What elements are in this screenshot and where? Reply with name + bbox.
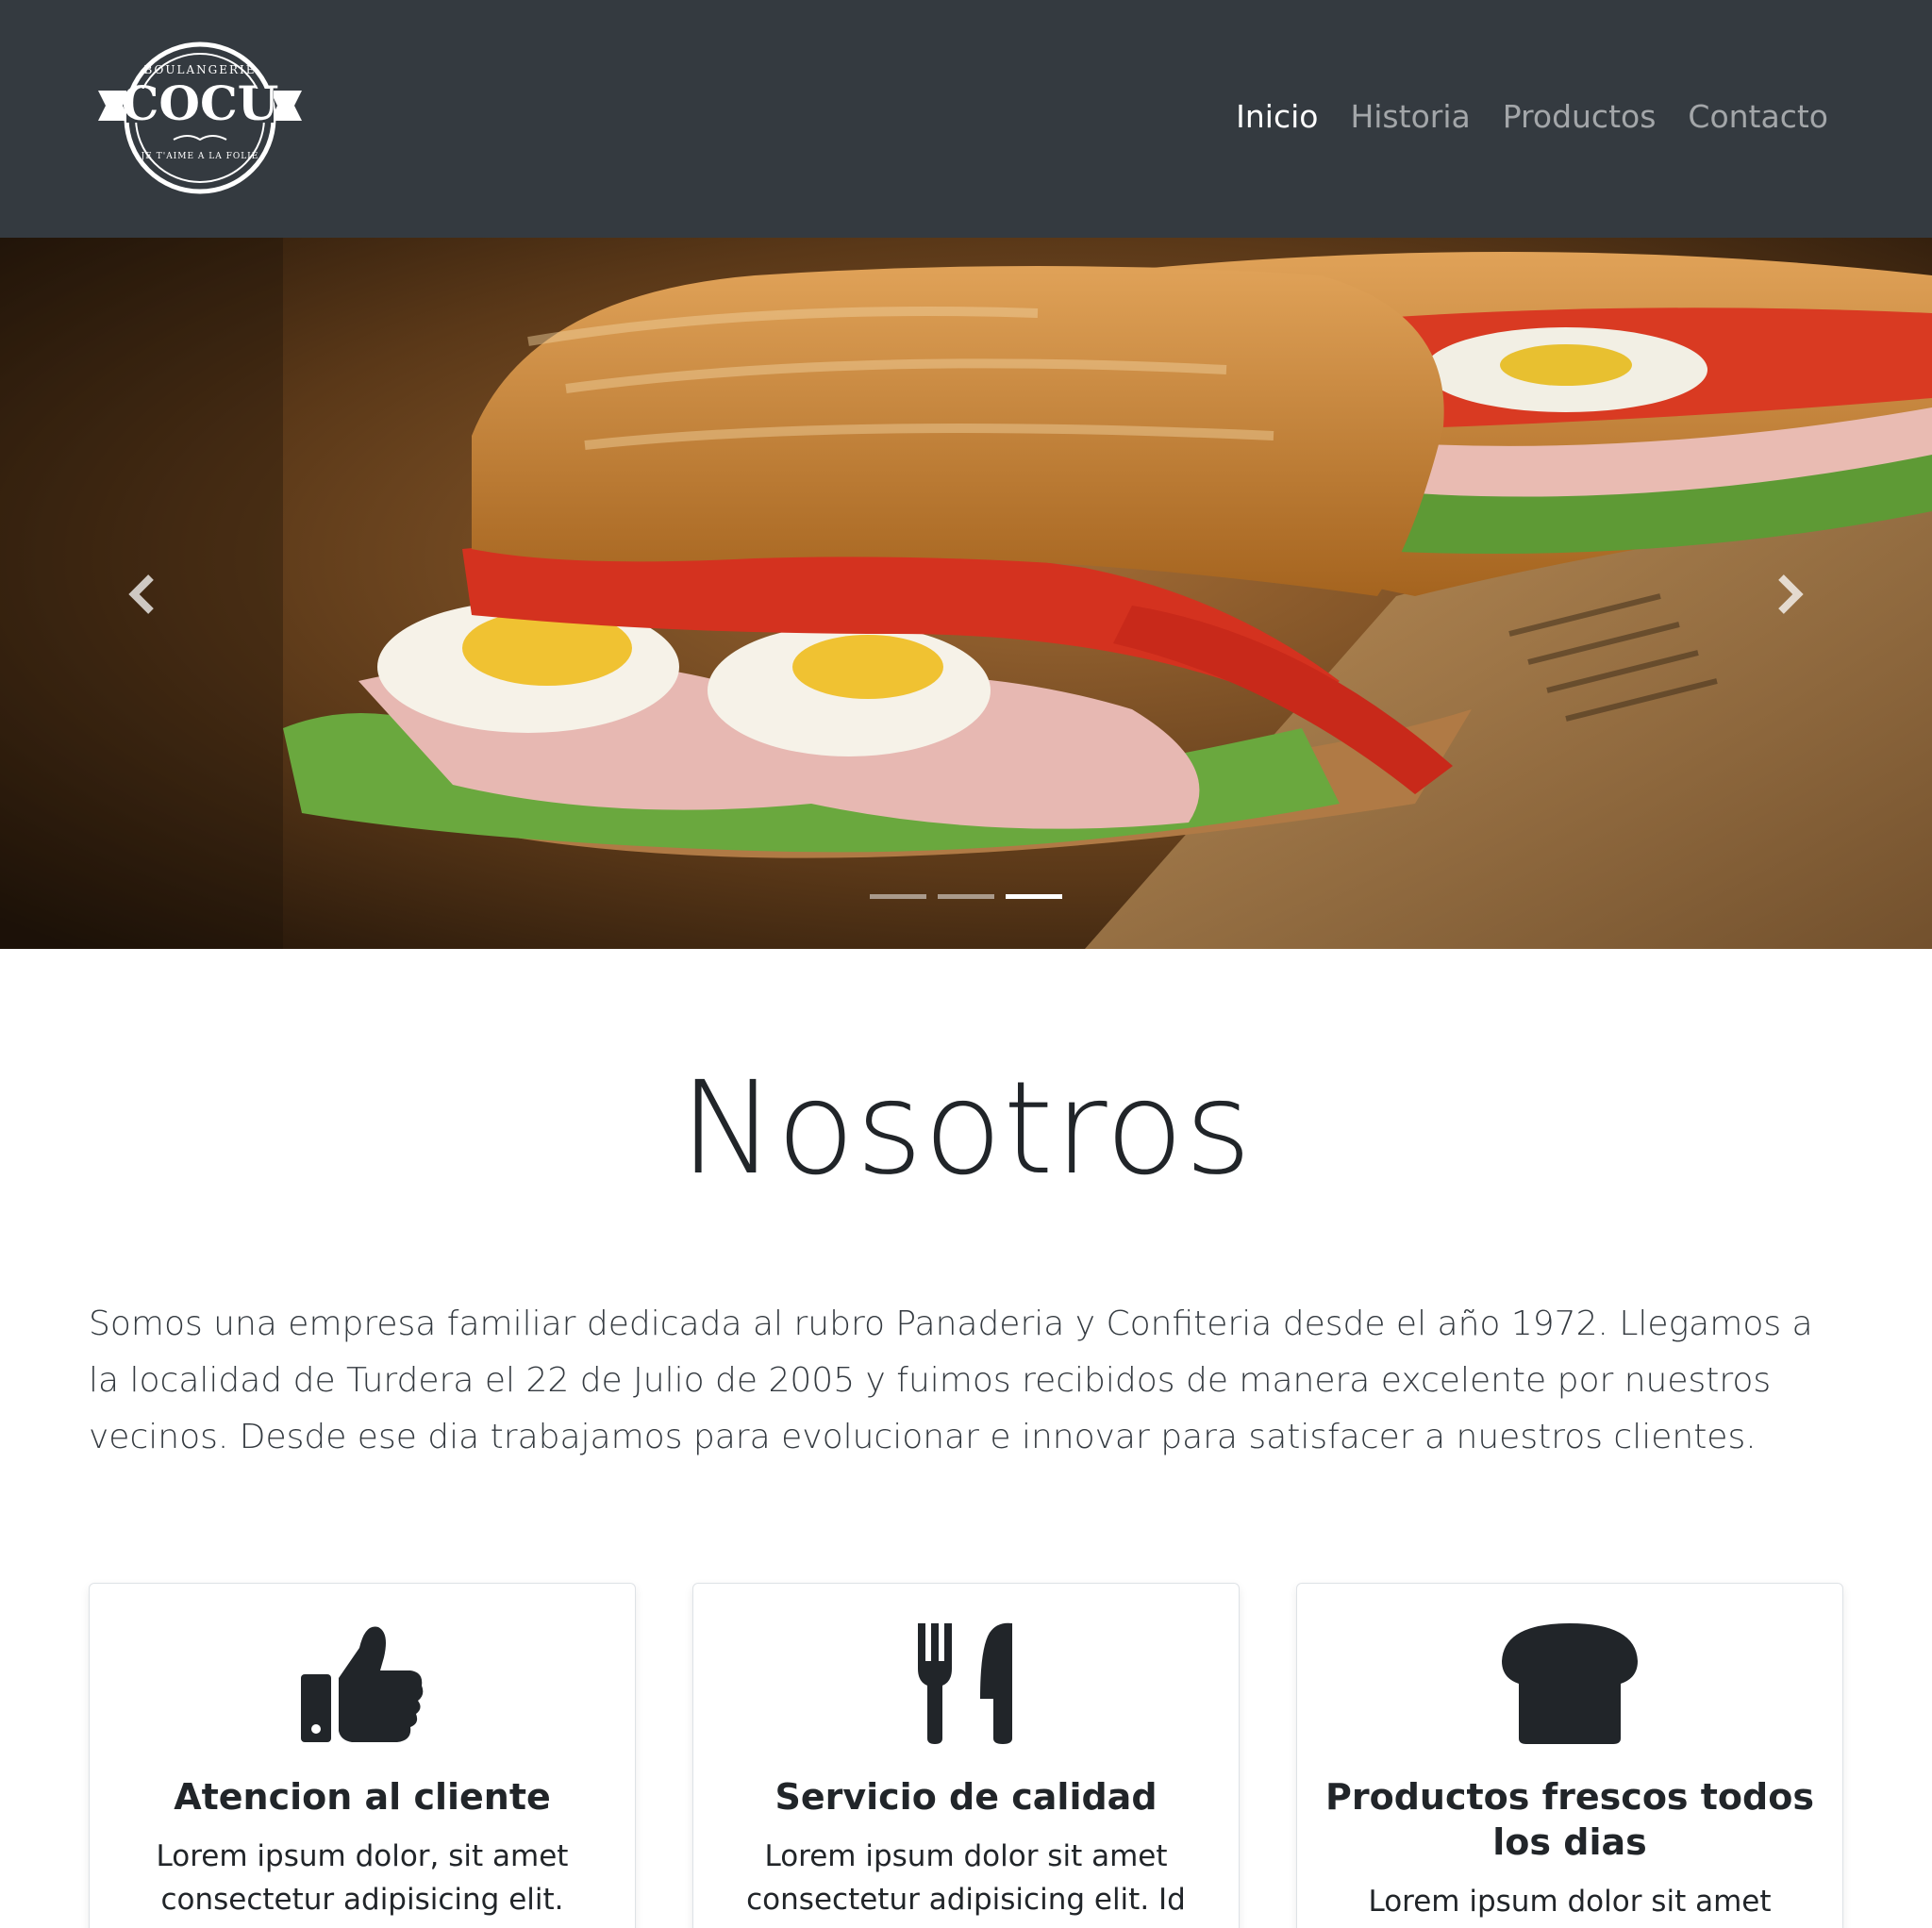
chevron-left-icon: [128, 574, 154, 614]
card-title: Productos frescos todos los dias: [1325, 1776, 1814, 1863]
nav-item-contacto[interactable]: Contacto: [1688, 98, 1828, 135]
carousel-indicator-3[interactable]: [1006, 894, 1062, 899]
card-text: Lorem ipsum dolor sit amet consectetur a…: [746, 1839, 1186, 1928]
section-title: Nosotros: [679, 1055, 1253, 1204]
nav-item-historia[interactable]: Historia: [1350, 98, 1470, 135]
carousel-next-button[interactable]: [1758, 566, 1815, 623]
thumbs-up-icon: [301, 1626, 424, 1742]
nav-item-inicio[interactable]: Inicio: [1236, 98, 1318, 135]
carousel-indicator-2[interactable]: [938, 894, 994, 899]
card-title: Atencion al cliente: [174, 1776, 551, 1818]
main-nav: Inicio Historia Productos Contacto: [1236, 98, 1828, 135]
svg-text:JE T'AIME A LA FOLIE: JE T'AIME A LA FOLIE: [141, 152, 259, 161]
feature-card-servicio: Servicio de calidad Lorem ipsum dolor si…: [692, 1583, 1240, 1928]
svg-text:BOULANGERIE: BOULANGERIE: [143, 63, 256, 76]
carousel-prev-button[interactable]: [117, 566, 174, 623]
card-text: Lorem ipsum dolor, sit amet consectetur …: [156, 1839, 569, 1928]
feature-card-atencion: Atencion al cliente Lorem ipsum dolor, s…: [89, 1583, 636, 1928]
card-text: Lorem ipsum dolor sit amet: [1368, 1885, 1772, 1919]
carousel-indicators: [0, 894, 1932, 899]
carousel-indicator-1[interactable]: [870, 894, 926, 899]
carousel-slide-image: [0, 238, 1932, 949]
svg-text:COCU: COCU: [122, 75, 279, 131]
nav-item-productos[interactable]: Productos: [1503, 98, 1657, 135]
brand-logo[interactable]: COCU BOULANGERIE JE T'AIME A LA FOLIE: [98, 38, 302, 198]
card-title: Servicio de calidad: [774, 1776, 1158, 1818]
utensils-icon: [918, 1622, 1012, 1744]
hero-carousel[interactable]: [0, 238, 1932, 949]
about-paragraph: Somos una empresa familiar dedicada al r…: [89, 1305, 1813, 1456]
bread-icon: [1502, 1623, 1638, 1744]
feature-card-productos: Productos frescos todos los dias Lorem i…: [1296, 1583, 1843, 1928]
navbar: COCU BOULANGERIE JE T'AIME A LA FOLIE In…: [0, 0, 1932, 238]
features-cards: Atencion al cliente Lorem ipsum dolor, s…: [89, 1583, 1843, 1928]
chevron-right-icon: [1778, 574, 1804, 614]
